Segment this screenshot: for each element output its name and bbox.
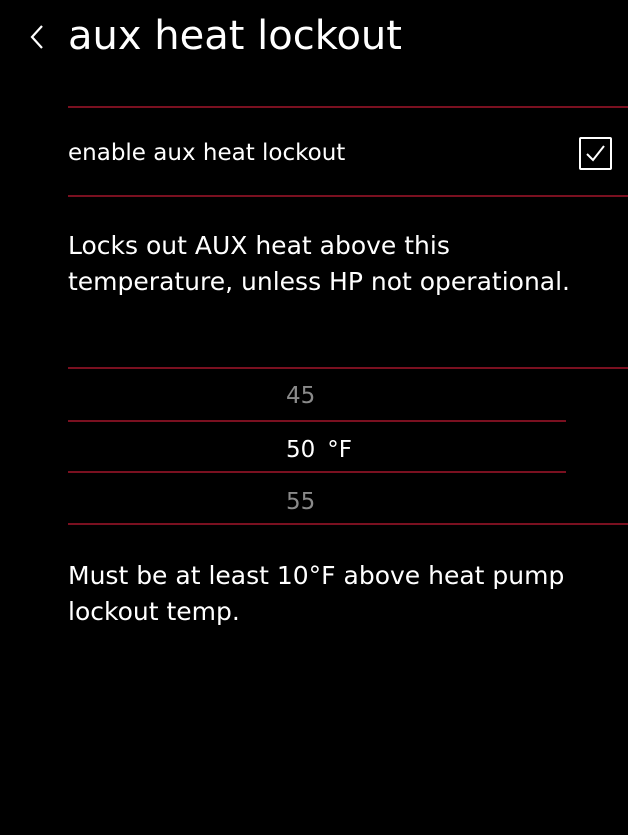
chevron-left-icon (30, 25, 43, 49)
divider (68, 106, 628, 108)
picker-current-value: 50 °F (286, 433, 352, 467)
header: aux heat lockout (0, 0, 628, 80)
picker-prev-value[interactable]: 45 (286, 379, 315, 413)
back-button[interactable] (22, 20, 52, 54)
picker-selection-bottom-line (68, 471, 566, 473)
divider (68, 195, 628, 197)
lockout-note: Must be at least 10°F above heat pump lo… (68, 561, 565, 626)
picker-unit: °F (327, 437, 353, 463)
enable-aux-heat-lockout-label: enable aux heat lockout (68, 140, 346, 166)
checkmark-icon (586, 145, 605, 162)
page-title: aux heat lockout (68, 13, 402, 59)
picker-next-value[interactable]: 55 (286, 485, 315, 519)
temperature-picker[interactable]: 45 50 °F 55 (68, 367, 628, 525)
picker-selection-top-line (68, 420, 566, 422)
enable-aux-heat-lockout-checkbox[interactable] (579, 137, 612, 170)
divider (68, 523, 628, 525)
picker-current-number: 50 (286, 437, 316, 463)
lockout-description: Locks out AUX heat above this temperatur… (68, 231, 571, 296)
